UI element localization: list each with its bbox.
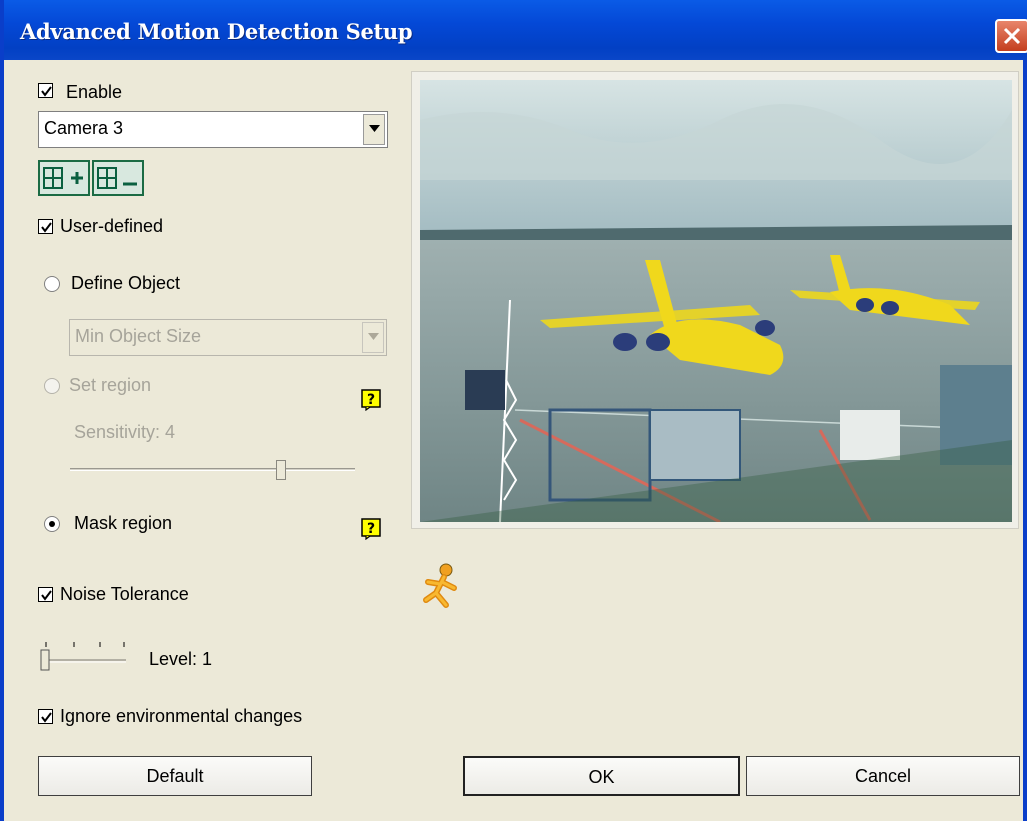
enable-checkbox[interactable] [38,83,53,98]
camera-preview-image[interactable] [420,80,1012,522]
mask-region-help-icon[interactable]: ? [361,518,381,541]
window-title: Advanced Motion Detection Setup [20,19,413,44]
slider-track [70,468,355,471]
help-icon: ? [361,389,381,412]
slider-thumb[interactable] [276,460,286,480]
set-region-help-icon[interactable]: ? [361,389,381,412]
chevron-down-icon[interactable] [363,114,385,145]
define-object-radio[interactable] [44,276,60,292]
title-bar[interactable]: Advanced Motion Detection Setup [4,0,1027,60]
noise-tolerance-checkbox[interactable] [38,587,53,602]
checkmark-icon [41,86,52,97]
camera-select-value: Camera 3 [44,118,124,138]
dialog-window: Advanced Motion Detection Setup Enable C… [0,0,1027,821]
user-defined-label: User-defined [60,216,164,236]
default-button[interactable]: Default [38,756,312,796]
close-icon [1003,27,1021,45]
set-region-radio[interactable] [44,378,60,394]
ignore-env-label: Ignore environmental changes [60,706,303,726]
svg-text:?: ? [367,521,375,537]
grid-add-icon [38,160,90,196]
remove-grid-button[interactable] [92,160,144,196]
sensitivity-label: Sensitivity: 4 [74,422,176,442]
ignore-env-checkbox[interactable] [38,709,53,724]
mask-region-radio[interactable] [44,516,60,532]
camera-preview-frame [411,71,1019,529]
ok-button[interactable]: OK [463,756,740,796]
object-size-select[interactable]: Min Object Size [69,319,387,356]
close-button[interactable] [995,19,1027,53]
chevron-down-icon[interactable] [362,322,384,353]
set-region-label: Set region [69,375,152,395]
noise-tolerance-label: Noise Tolerance [60,584,189,604]
mask-region-label: Mask region [74,513,173,533]
level-label: Level: 1 [149,649,213,669]
checkmark-icon [41,222,52,233]
define-object-label: Define Object [71,273,181,293]
help-icon: ? [361,518,381,541]
enable-label: Enable [66,82,123,102]
cancel-button[interactable]: Cancel [746,756,1020,796]
checkmark-icon [41,712,52,723]
sensitivity-slider[interactable] [70,460,355,486]
level-slider-track [40,642,126,671]
level-slider[interactable] [38,640,128,672]
grid-remove-icon [92,160,144,196]
user-defined-checkbox[interactable] [38,219,53,234]
running-man-icon [416,560,464,616]
svg-text:?: ? [367,392,375,408]
object-size-select-value: Min Object Size [75,326,202,346]
add-grid-button[interactable] [38,160,90,196]
camera-select[interactable]: Camera 3 [38,111,388,148]
checkmark-icon [41,590,52,601]
